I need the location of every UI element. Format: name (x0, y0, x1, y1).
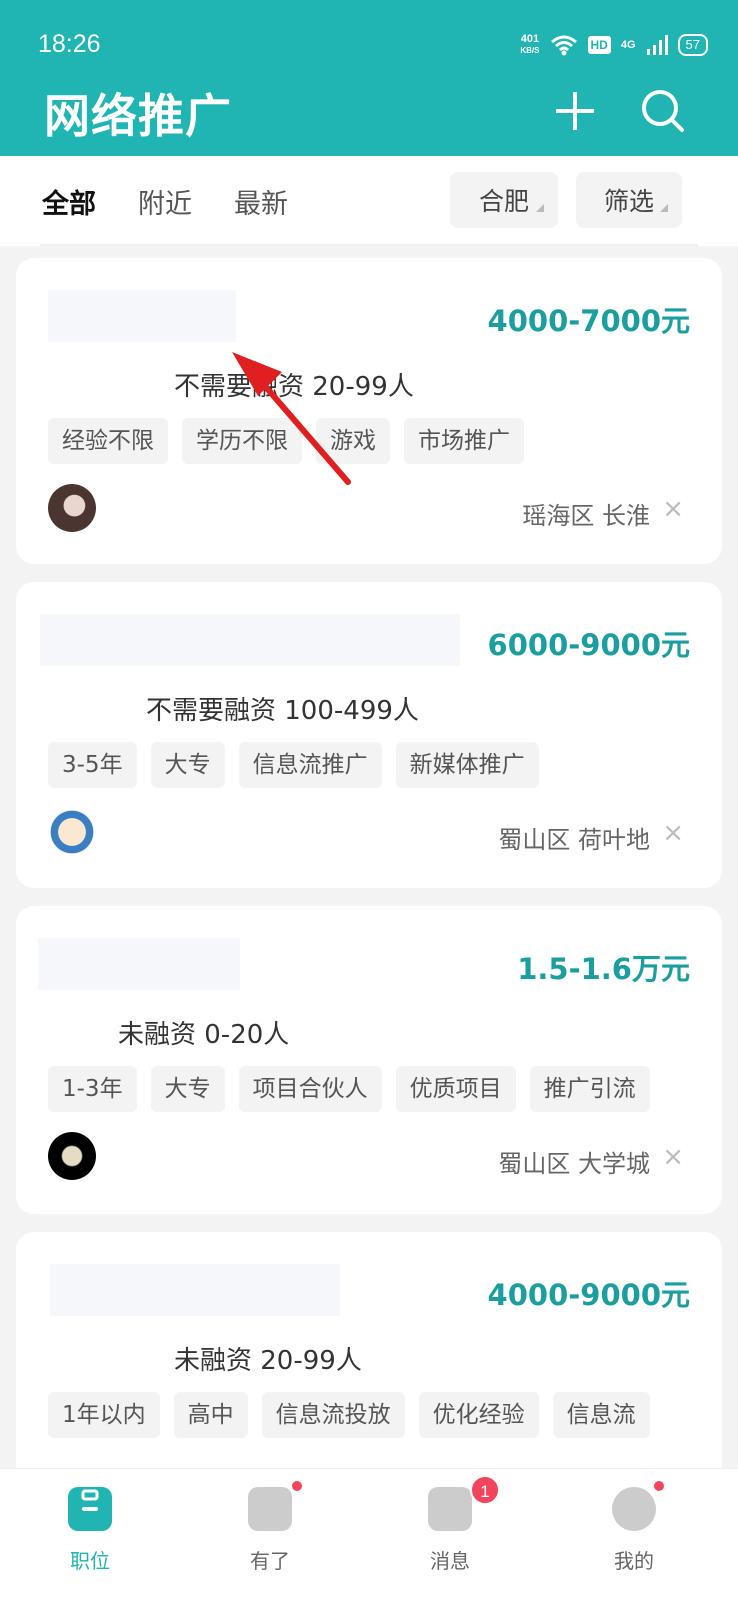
tab-messages-label: 消息 (430, 1549, 470, 1573)
tab-messages[interactable]: 1 消息 (390, 1475, 510, 1574)
wifi-icon (550, 35, 577, 56)
job-tag: 信息流推广 (238, 742, 382, 788)
avatar (48, 484, 96, 532)
job-location: 蜀山区 荷叶地 (498, 826, 650, 854)
job-tag: 大专 (150, 1066, 225, 1112)
app-header: 18:26 401 KB/S HD 4G 57 网络推广 (0, 0, 738, 156)
tab-profile[interactable]: 我的 (574, 1479, 694, 1574)
bottom-tab-bar: 职位 有了 1 消息 我的 (0, 1468, 738, 1600)
job-tag: 1-3年 (48, 1066, 137, 1112)
job-salary: 4000-7000元 (487, 304, 690, 338)
chat-icon: 1 (428, 1475, 500, 1531)
job-tag: 市场推广 (404, 418, 524, 464)
status-bar: 18:26 401 KB/S HD 4G 57 (0, 0, 738, 76)
job-card[interactable]: 1.5-1.6万元 未融资 0-20人 1-3年 大专 项目合伙人 优质项目 推… (16, 906, 722, 1214)
dropdown-triangle-icon (660, 204, 668, 212)
notification-dot (290, 1479, 304, 1493)
signal-icon (646, 35, 668, 55)
status-icons: 401 KB/S HD 4G 57 (520, 30, 708, 60)
message-badge: 1 (470, 1475, 500, 1505)
net-speed-unit: KB/S (520, 46, 540, 55)
tab-youle-label: 有了 (250, 1549, 290, 1573)
profile-icon (612, 1479, 666, 1531)
search-icon[interactable] (638, 86, 688, 136)
tab-nearby[interactable]: 附近 (138, 182, 192, 221)
tab-latest[interactable]: 最新 (234, 182, 288, 221)
tab-jobs[interactable]: 职位 (30, 1483, 150, 1574)
close-icon[interactable]: × (662, 494, 684, 524)
hd-badge: HD (587, 36, 611, 54)
job-tag: 推广引流 (529, 1066, 650, 1112)
job-tag: 1年以内 (48, 1392, 160, 1438)
job-tag: 信息流 (552, 1392, 650, 1438)
status-time: 18:26 (38, 30, 101, 58)
job-tag: 新媒体推广 (395, 742, 539, 788)
job-tag: 信息流投放 (261, 1392, 405, 1438)
page-title: 网络推广 (44, 89, 232, 143)
filter-bar: 全部 附近 最新 合肥 筛选 (0, 156, 738, 246)
job-tag: 高中 (173, 1392, 248, 1438)
job-tag: 3-5年 (48, 742, 137, 788)
job-tag: 优化经验 (418, 1392, 539, 1438)
company-info: 不需要融资 100-499人 (146, 696, 419, 726)
city-label: 合肥 (478, 187, 529, 216)
job-location: 瑶海区 长淮 (522, 502, 650, 530)
briefcase-icon (68, 1487, 112, 1531)
job-tag: 游戏 (316, 418, 390, 464)
avatar (48, 1132, 96, 1180)
filter-button[interactable]: 筛选 (576, 172, 682, 228)
battery-indicator: 57 (677, 34, 708, 56)
job-tag: 学历不限 (182, 418, 302, 464)
job-card[interactable]: 6000-9000元 不需要融资 100-499人 3-5年 大专 信息流推广 … (16, 582, 722, 888)
job-tags: 1年以内 高中 信息流投放 优化经验 信息流 (48, 1392, 650, 1438)
close-icon[interactable]: × (662, 1142, 684, 1172)
tab-all[interactable]: 全部 (42, 182, 96, 221)
dropdown-triangle-icon (536, 204, 544, 212)
job-card[interactable]: 4000-9000元 未融资 20-99人 1年以内 高中 信息流投放 优化经验… (16, 1232, 722, 1492)
tab-jobs-label: 职位 (70, 1549, 110, 1573)
job-salary: 6000-9000元 (487, 628, 690, 662)
filter-label: 筛选 (603, 187, 654, 216)
job-title-redacted (48, 290, 236, 342)
tab-youle[interactable]: 有了 (210, 1479, 330, 1574)
company-info: 未融资 0-20人 (118, 1020, 290, 1050)
close-icon[interactable]: × (662, 818, 684, 848)
city-select[interactable]: 合肥 (450, 172, 558, 228)
job-tags: 经验不限 学历不限 游戏 市场推广 (48, 418, 524, 464)
job-salary: 4000-9000元 (487, 1278, 690, 1312)
job-tag: 项目合伙人 (238, 1066, 382, 1112)
tab-profile-label: 我的 (614, 1549, 654, 1573)
company-info: 不需要融资 20-99人 (174, 372, 414, 402)
job-tag: 优质项目 (395, 1066, 516, 1112)
job-tag: 大专 (150, 742, 225, 788)
net-speed: 401 KB/S (520, 34, 539, 56)
plus-icon[interactable] (550, 86, 600, 136)
divider (40, 244, 698, 246)
book-icon (248, 1479, 304, 1531)
job-card[interactable]: 4000-7000元 不需要融资 20-99人 经验不限 学历不限 游戏 市场推… (16, 258, 722, 564)
avatar (48, 808, 96, 856)
job-title-redacted (40, 614, 460, 666)
network-type: 4G (620, 39, 636, 51)
net-speed-value: 401 (520, 33, 540, 45)
company-info: 未融资 20-99人 (174, 1346, 362, 1376)
job-tags: 3-5年 大专 信息流推广 新媒体推广 (48, 742, 539, 788)
job-salary: 1.5-1.6万元 (517, 952, 690, 986)
job-location: 蜀山区 大学城 (498, 1150, 650, 1178)
job-tag: 经验不限 (48, 418, 168, 464)
job-tags: 1-3年 大专 项目合伙人 优质项目 推广引流 (48, 1066, 650, 1112)
job-title-redacted (50, 1264, 340, 1316)
notification-dot (652, 1479, 666, 1493)
job-title-redacted (38, 938, 240, 990)
